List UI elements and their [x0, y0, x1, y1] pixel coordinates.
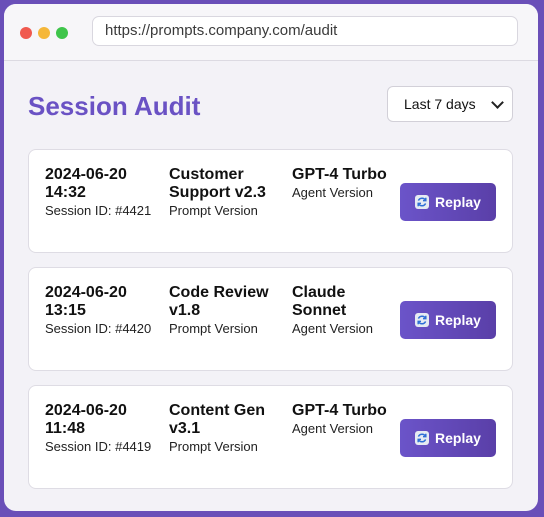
refresh-icon [415, 313, 430, 327]
date-range-value: Last 7 days [404, 96, 476, 112]
refresh-icon [415, 431, 430, 445]
agent-name: GPT-4 Turbo [292, 402, 387, 419]
address-bar[interactable]: https://prompts.company.com/audit [92, 16, 518, 46]
prompt-name: Content Gen v3.1 [169, 402, 265, 437]
prompt-version-label: Prompt Version [169, 439, 258, 454]
replay-button[interactable]: Replay [400, 419, 496, 457]
replay-label: Replay [435, 194, 481, 210]
prompt-info: Content Gen v3.1 Prompt Version [169, 402, 285, 456]
session-card: 2024-06-20 13:15 Session ID: #4420 Code … [28, 267, 513, 371]
agent-version-label: Agent Version [292, 185, 373, 200]
replay-button[interactable]: Replay [400, 183, 496, 221]
replay-label: Replay [435, 430, 481, 446]
replay-label: Replay [435, 312, 481, 328]
page-header: Session Audit Last 7 days [28, 61, 513, 149]
session-id: Session ID: #4421 [45, 203, 152, 218]
prompt-info: Customer Support v2.3 Prompt Version [169, 166, 285, 220]
prompt-version-label: Prompt Version [169, 203, 258, 218]
session-timestamp: 2024-06-20 13:15 [45, 284, 127, 319]
prompt-name: Code Review v1.8 [169, 284, 269, 319]
session-info: 2024-06-20 13:15 Session ID: #4420 [45, 284, 161, 338]
date-range-select[interactable]: Last 7 days [387, 86, 513, 122]
session-card: 2024-06-20 14:32 Session ID: #4421 Custo… [28, 149, 513, 253]
agent-name: GPT-4 Turbo [292, 166, 387, 183]
agent-info: GPT-4 Turbo Agent Version [292, 166, 398, 202]
session-card: 2024-06-20 11:48 Session ID: #4419 Conte… [28, 385, 513, 489]
prompt-name: Customer Support v2.3 [169, 166, 266, 201]
agent-info: GPT-4 Turbo Agent Version [292, 402, 398, 438]
session-info: 2024-06-20 11:48 Session ID: #4419 [45, 402, 161, 456]
agent-name: Claude Sonnet [292, 284, 347, 319]
browser-window: https://prompts.company.com/audit Sessio… [4, 4, 538, 511]
chevron-down-icon [491, 95, 504, 109]
browser-toolbar: https://prompts.company.com/audit [4, 4, 538, 61]
agent-info: Claude Sonnet Agent Version [292, 284, 398, 338]
agent-version-label: Agent Version [292, 421, 373, 436]
session-timestamp: 2024-06-20 14:32 [45, 166, 127, 201]
replay-button[interactable]: Replay [400, 301, 496, 339]
session-info: 2024-06-20 14:32 Session ID: #4421 [45, 166, 161, 220]
session-timestamp: 2024-06-20 11:48 [45, 402, 127, 437]
maximize-window-button[interactable] [56, 27, 68, 39]
session-id: Session ID: #4419 [45, 439, 152, 454]
prompt-info: Code Review v1.8 Prompt Version [169, 284, 285, 338]
prompt-version-label: Prompt Version [169, 321, 258, 336]
page-content: Session Audit Last 7 days 2024-06-20 14:… [4, 61, 538, 489]
minimize-window-button[interactable] [38, 27, 50, 39]
session-id: Session ID: #4420 [45, 321, 152, 336]
refresh-icon [415, 195, 430, 209]
page-title: Session Audit [28, 91, 201, 121]
close-window-button[interactable] [20, 27, 32, 39]
agent-version-label: Agent Version [292, 321, 373, 336]
